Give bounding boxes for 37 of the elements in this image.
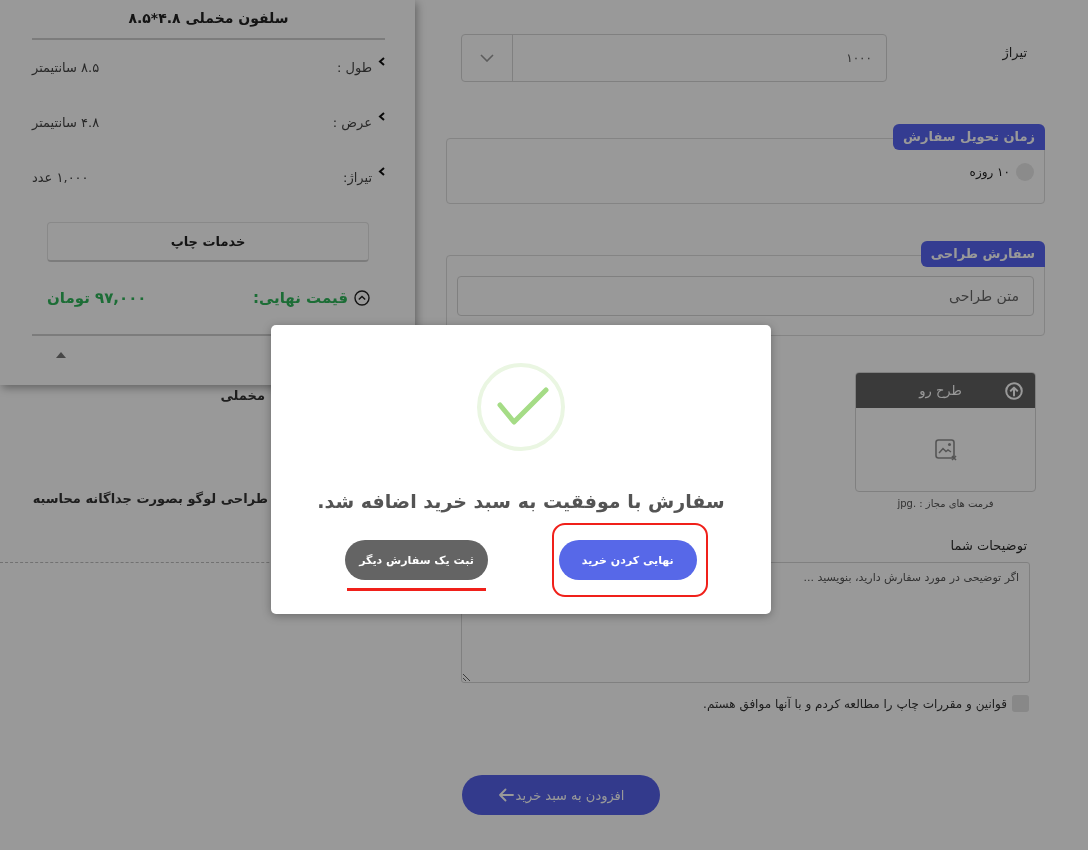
spec-label: طول : [336,60,372,75]
chevron-down-icon [480,54,494,62]
dialog-button[interactable]: نهایی کردن خرید [558,540,697,580]
design-text-field[interactable]: متن طراحی [457,276,1034,316]
spec-label: عرض : [332,115,372,130]
upload-icon [1005,381,1023,400]
section-heading: سفارش طراحی [920,241,1045,267]
print-services-button[interactable]: خدمات چاپ [47,222,369,262]
circle-chevron-icon[interactable] [354,290,370,306]
spec-value: ۴.۸ سانتیمتر [32,115,100,130]
spec-label: تیراژ: [343,170,372,185]
terms-label: قوانین و مقررات چاپ را مطالعه کردم و با آنها موافق هستم. [703,696,1007,711]
upload-card[interactable]: طرح رو [855,372,1036,492]
add-to-cart-button[interactable]: افزودن به سبد خرید [462,775,660,815]
broken-image-icon [934,438,957,461]
notes-label: توضیحات شما [950,537,1028,554]
note-text: مخملی [220,387,265,405]
caret-up-icon[interactable] [56,352,66,358]
summary-title: سلفون مخملی ۴.۸*۸.۵ [32,0,385,40]
section-heading: زمان تحویل سفارش [893,124,1045,150]
spec-value: ۸.۵ سانتیمتر [32,60,100,75]
chevron-left-icon [378,112,385,121]
price-value: ۹۷,۰۰۰ تومان [47,289,147,307]
allowed-formats-text: فرمت های مجاز : .jpg [896,497,995,510]
quantity-label: تیراژ [1001,44,1028,61]
success-check-icon [477,363,565,451]
dialog-button[interactable]: ثبت یک سفارش دیگر [345,540,488,580]
price-label: قیمت نهایی: [252,289,348,307]
chevron-left-icon [378,57,385,66]
chevron-left-icon [378,167,385,176]
dialog-title: سفارش با موفقیت به سبد خرید اضافه شد. [317,489,725,515]
note-text: طراحی لوگو بصورت جداگانه محاسبه [32,490,268,508]
spec-value: ۱,۰۰۰ عدد [32,170,89,185]
quantity-select[interactable]: ۱۰۰۰ [461,34,887,82]
radio-label: ۱۰ روزه [969,165,1010,179]
arrow-left-icon [497,788,514,802]
upload-title: طرح رو [917,383,963,398]
